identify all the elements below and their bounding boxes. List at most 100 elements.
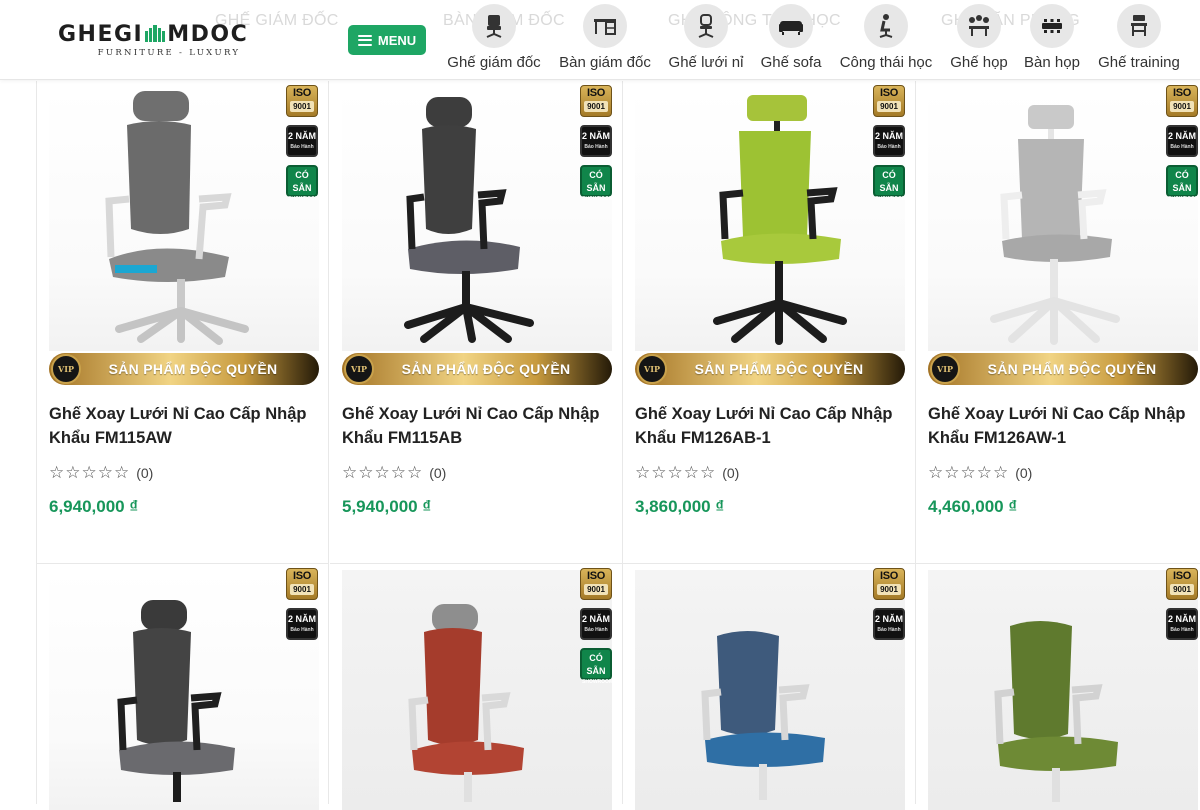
- chair-illustration: [105, 91, 249, 345]
- product-card[interactable]: ISO 9001 2 NĂM Bảo Hành: [36, 564, 329, 810]
- iso-badge-bottom: 9001: [1170, 101, 1194, 112]
- iso-badge-bottom: 9001: [877, 584, 901, 595]
- meeting-chair-icon: [957, 4, 1001, 48]
- category-label: Công thái học: [839, 54, 933, 71]
- site-header: GHẾ GIÁM ĐỐC BÀN GIÁM ĐỐC GHẾ CÔNG THÁI …: [0, 0, 1200, 80]
- showroom-badge: CÓ SẴN SHOWROOM: [873, 165, 906, 202]
- product-title[interactable]: Ghế Xoay Lưới Nỉ Cao Cấp Nhập Khẩu FM115…: [49, 402, 319, 450]
- warranty-badge-top: 2 NĂM: [1168, 131, 1197, 141]
- iso-badge: ISO 9001: [1166, 85, 1198, 117]
- logo-tagline: FURNITURE - LUXURY: [97, 48, 241, 58]
- vip-badge: VIP: [637, 354, 667, 384]
- warranty-badge-bottom: Bảo Hành: [290, 144, 314, 150]
- product-card[interactable]: ISO 9001 2 NĂM Bảo Hành CÓ SẴN SHOWROOM VIP…: [36, 81, 329, 564]
- product-title[interactable]: Ghế Xoay Lưới Nỉ Cao Cấp Nhập Khẩu FM126…: [928, 402, 1198, 450]
- chair-illustration: [701, 631, 825, 800]
- showroom-badge-top: CÓ SẴN: [586, 170, 606, 193]
- sofa-icon: [769, 4, 813, 48]
- showroom-badge-bottom: SHOWROOM: [1168, 196, 1200, 202]
- product-title[interactable]: Ghế Xoay Lưới Nỉ Cao Cấp Nhập Khẩu FM115…: [342, 402, 612, 450]
- warranty-badge-top: 2 NĂM: [875, 614, 904, 624]
- product-price: 6,940,000 ₫: [49, 497, 139, 516]
- product-image[interactable]: [635, 570, 905, 810]
- review-count: (0): [1015, 465, 1033, 481]
- showroom-badge: CÓ SẴN SHOWROOM: [1166, 165, 1199, 202]
- exclusive-banner: VIP SẢN PHẨM ĐỘC QUYỀN: [635, 353, 905, 385]
- category-label: Ghế họp: [950, 54, 1008, 71]
- warranty-badge: 2 NĂM Bảo Hành: [580, 608, 612, 640]
- iso-badge: ISO 9001: [286, 568, 318, 600]
- category-director-desk[interactable]: Bàn giám đốc: [557, 4, 653, 76]
- showroom-badge-bottom: SHOWROOM: [582, 196, 614, 202]
- exclusive-label: SẢN PHẨM ĐỘC QUYỀN: [401, 361, 571, 377]
- warranty-badge-top: 2 NĂM: [1168, 614, 1197, 624]
- product-card[interactable]: ISO 9001 2 NĂM Bảo Hành CÓ SẴN SHOWROOM VIP…: [623, 81, 916, 564]
- showroom-badge-top: CÓ SẴN: [586, 653, 606, 676]
- category-label: Ghế sofa: [760, 54, 822, 71]
- category-label: Ghế lưới nỉ: [668, 54, 744, 71]
- product-image[interactable]: [928, 89, 1198, 351]
- category-meeting-table[interactable]: Bàn họp: [1022, 4, 1082, 76]
- chair-illustration: [117, 600, 235, 802]
- star-rating-icon: ☆☆☆☆☆: [928, 463, 1010, 482]
- showroom-badge: CÓ SẴN SHOWROOM: [286, 165, 319, 202]
- warranty-badge: 2 NĂM Bảo Hành: [1166, 608, 1198, 640]
- product-card[interactable]: ISO 9001 2 NĂM Bảo Hành CÓ SẴN SHOWROOM VIP…: [916, 81, 1200, 564]
- exclusive-banner: VIP SẢN PHẨM ĐỘC QUYỀN: [928, 353, 1198, 385]
- showroom-badge-top: CÓ SẴN: [1172, 170, 1192, 193]
- product-card[interactable]: ISO 9001 2 NĂM Bảo Hành CÓ SẴN SHOWROOM: [330, 564, 623, 810]
- product-price: 5,940,000 ₫: [342, 497, 432, 516]
- iso-badge-bottom: 9001: [1170, 584, 1194, 595]
- product-card[interactable]: ISO 9001 2 NĂM Bảo Hành: [916, 564, 1200, 810]
- category-ergonomic[interactable]: Công thái học: [837, 4, 935, 76]
- product-image[interactable]: [342, 570, 612, 810]
- product-title[interactable]: Ghế Xoay Lưới Nỉ Cao Cấp Nhập Khẩu FM126…: [635, 402, 905, 450]
- product-rating: ☆☆☆☆☆ (0): [342, 463, 446, 483]
- chair-illustration: [408, 604, 524, 802]
- category-sofa[interactable]: Ghế sofa: [758, 4, 824, 76]
- chair-illustration: [404, 97, 534, 343]
- exclusive-banner: VIP SẢN PHẨM ĐỘC QUYỀN: [49, 353, 319, 385]
- product-rating: ☆☆☆☆☆ (0): [928, 463, 1032, 483]
- iso-badge-top: ISO: [1172, 87, 1192, 99]
- product-card[interactable]: ISO 9001 2 NĂM Bảo Hành: [623, 564, 916, 810]
- warranty-badge-bottom: Bảo Hành: [877, 627, 901, 633]
- product-rating: ☆☆☆☆☆ (0): [49, 463, 153, 483]
- warranty-badge-bottom: Bảo Hành: [584, 144, 608, 150]
- warranty-badge-bottom: Bảo Hành: [584, 627, 608, 633]
- site-logo[interactable]: GHEGI MDOC FURNITURE - LUXURY: [58, 20, 278, 64]
- showroom-badge-top: CÓ SẴN: [292, 170, 312, 193]
- category-label: Bàn giám đốc: [559, 54, 651, 71]
- category-executive-chair[interactable]: Ghế giám đốc: [446, 4, 542, 76]
- product-image[interactable]: [49, 570, 319, 810]
- product-image[interactable]: [342, 89, 612, 351]
- warranty-badge: 2 NĂM Bảo Hành: [873, 125, 905, 157]
- category-label: Ghế training: [1098, 54, 1180, 71]
- product-card[interactable]: ISO 9001 2 NĂM Bảo Hành CÓ SẴN SHOWROOM VIP…: [330, 81, 623, 564]
- category-training-chair[interactable]: Ghế training: [1096, 4, 1182, 76]
- warranty-badge: 2 NĂM Bảo Hành: [1166, 125, 1198, 157]
- exclusive-label: SẢN PHẨM ĐỘC QUYỀN: [108, 361, 278, 377]
- logo-text-post: MDOC: [167, 22, 249, 47]
- category-label: Bàn họp: [1024, 54, 1080, 71]
- category-mesh-chair[interactable]: Ghế lưới nỉ: [668, 4, 744, 76]
- product-grid: ISO 9001 2 NĂM Bảo Hành CÓ SẴN SHOWROOM VIP…: [36, 81, 1200, 810]
- hamburger-icon: [357, 34, 372, 46]
- product-image[interactable]: [928, 570, 1198, 810]
- menu-button[interactable]: MENU: [348, 25, 426, 55]
- warranty-badge-bottom: Bảo Hành: [1170, 144, 1194, 150]
- category-meeting-chair[interactable]: Ghế họp: [949, 4, 1009, 76]
- product-rating: ☆☆☆☆☆ (0): [635, 463, 739, 483]
- product-image[interactable]: [49, 89, 319, 351]
- showroom-badge-top: CÓ SẴN: [879, 170, 899, 193]
- exclusive-banner: VIP SẢN PHẨM ĐỘC QUYỀN: [342, 353, 612, 385]
- review-count: (0): [429, 465, 447, 481]
- ergonomic-chair-icon: [864, 4, 908, 48]
- chair-illustration: [713, 95, 847, 345]
- mesh-chair-icon: [684, 4, 728, 48]
- showroom-badge-bottom: SHOWROOM: [875, 196, 907, 202]
- iso-badge-top: ISO: [879, 570, 899, 582]
- iso-badge: ISO 9001: [873, 568, 905, 600]
- product-image[interactable]: [635, 89, 905, 351]
- warranty-badge-top: 2 NĂM: [875, 131, 904, 141]
